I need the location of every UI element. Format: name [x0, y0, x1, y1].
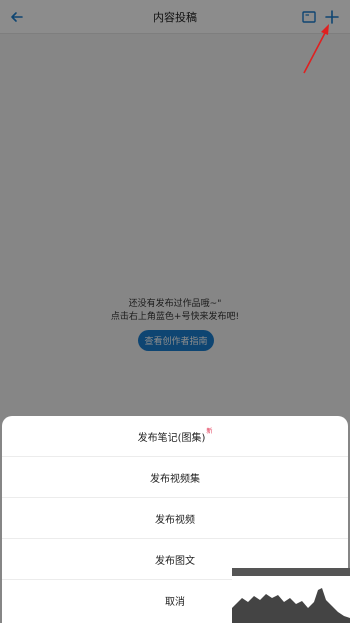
- publish-video-label: 发布视频: [155, 514, 195, 526]
- preview-thumbnail: [232, 568, 350, 623]
- publish-video-collection-label: 发布视频集: [150, 473, 200, 485]
- publish-note-label: 发布笔记(图集): [137, 432, 206, 444]
- cancel-label: 取消: [165, 597, 185, 608]
- publish-image-text-label: 发布图文: [155, 555, 195, 567]
- publish-video-collection-option[interactable]: 发布视频集: [2, 457, 348, 498]
- thumbnail-image: [232, 568, 350, 623]
- new-badge: 新: [206, 427, 213, 435]
- publish-note-option[interactable]: 发布笔记(图集) 新: [2, 416, 348, 457]
- publish-video-option[interactable]: 发布视频: [2, 498, 348, 539]
